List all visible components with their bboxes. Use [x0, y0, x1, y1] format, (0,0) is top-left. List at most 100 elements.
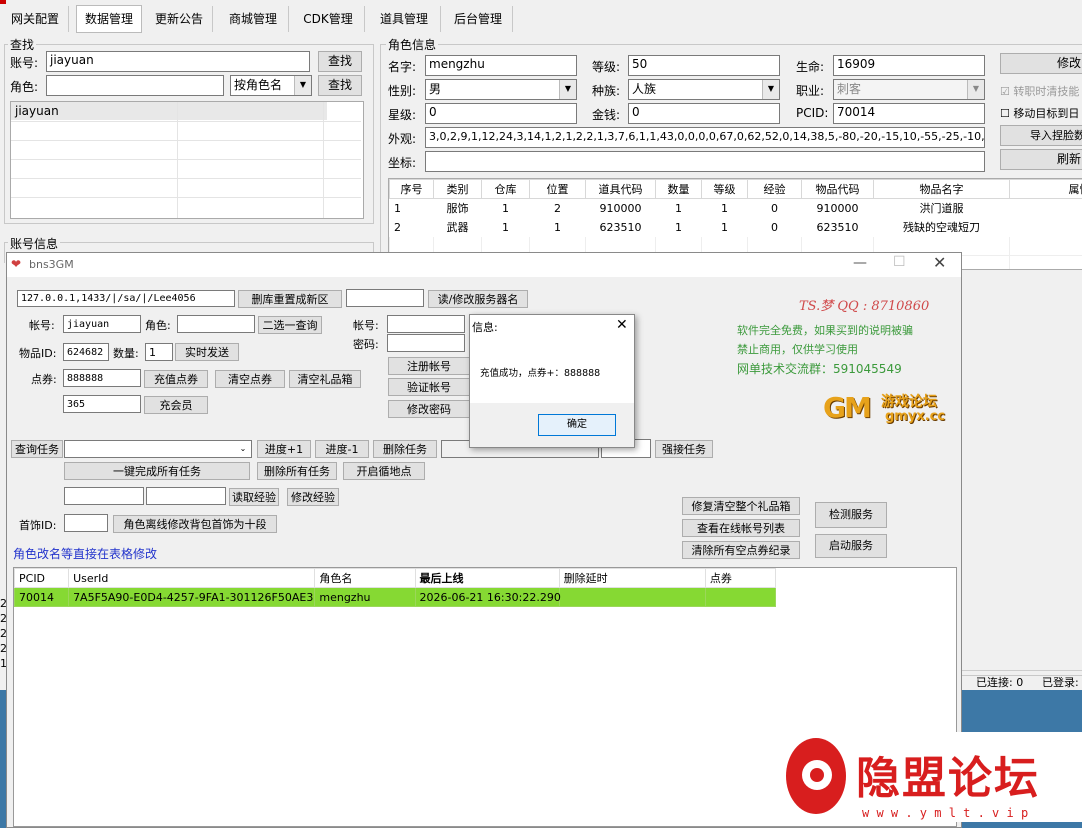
clear-empty-points-button[interactable]: 清除所有空点券纪录 — [682, 541, 800, 559]
table-cell[interactable]: 2 — [529, 198, 586, 218]
table-cell[interactable]: 武器 — [433, 217, 482, 237]
maximize-icon[interactable]: ☐ — [893, 254, 906, 270]
tab-announcement[interactable]: 更新公告 — [146, 6, 213, 32]
tab-cdk[interactable]: CDK管理 — [292, 6, 365, 32]
connection-input[interactable]: 127.0.0.1,1433/|/sa/|/Lee4056 — [17, 290, 235, 307]
job-select[interactable]: 刺客 ▼ — [833, 79, 985, 100]
column-header[interactable]: 物品名字 — [873, 179, 1010, 199]
tab-items[interactable]: 道具管理 — [368, 6, 441, 32]
gold-input[interactable]: 0 — [628, 103, 780, 124]
account-grid[interactable]: PCID UserId 角色名 最后上线 删除延时 点券 70014 7A5F5A90-E0… — [14, 568, 777, 607]
read-server-name-button[interactable]: 读/修改服务器名 — [428, 290, 528, 308]
delete-all-quests-button[interactable]: 删除所有任务 — [257, 462, 337, 480]
table-row[interactable]: 70014 7A5F5A90-E0D4-4257-9FA1-301126F50AE… — [14, 587, 777, 607]
table-cell[interactable]: 2026-06-21 16:30:22.290 — [414, 587, 561, 607]
password-input[interactable] — [387, 334, 465, 352]
account2-input[interactable] — [387, 315, 465, 333]
table-cell[interactable]: 0 — [747, 217, 802, 237]
table-cell[interactable]: 1 — [701, 198, 748, 218]
column-header[interactable]: 等级 — [701, 179, 748, 199]
read-exp-button[interactable]: 读取经验 — [229, 488, 279, 506]
table-cell[interactable]: 0 — [747, 198, 802, 218]
level-input[interactable]: 50 — [628, 55, 780, 76]
register-account-button[interactable]: 注册帐号 — [388, 357, 470, 375]
points-input[interactable]: 888888 — [63, 369, 141, 387]
hp-input[interactable]: 16909 — [833, 55, 985, 76]
refresh-button[interactable]: 刷新 — [1000, 149, 1082, 170]
look-input[interactable]: 3,0,2,9,1,12,24,3,14,1,2,1,2,2,1,3,7,6,1… — [425, 127, 985, 148]
tab-gateway[interactable]: 网关配置 — [2, 6, 69, 32]
open-waypoint-button[interactable]: 开启循地点 — [343, 462, 425, 480]
start-service-button[interactable]: 启动服务 — [815, 534, 887, 558]
account-input[interactable]: jiayuan — [46, 51, 310, 72]
clear-points-button[interactable]: 清空点券 — [215, 370, 285, 388]
accessory-offline-button[interactable]: 角色离线修改背包首饰为十段 — [113, 515, 277, 533]
opt-move-target-checkbox[interactable]: ☐ 移动目标到日 — [1000, 105, 1079, 121]
tab-backend[interactable]: 后台管理 — [444, 6, 513, 32]
online-accounts-button[interactable]: 查看在线帐号列表 — [682, 519, 800, 537]
repair-gift-box-button[interactable]: 修复清空整个礼品箱 — [682, 497, 800, 515]
table-cell[interactable]: mengzhu — [314, 587, 416, 607]
force-accept-quest-button[interactable]: 强接任务 — [655, 440, 713, 458]
item-id-input[interactable]: 624682 — [63, 343, 109, 361]
find-account-button[interactable]: 查找 — [318, 51, 362, 72]
exp-input-2[interactable] — [146, 487, 226, 505]
delete-reset-button[interactable]: 删库重置成新区 — [238, 290, 342, 308]
modify-button[interactable]: 修改 — [1000, 53, 1082, 74]
table-cell[interactable] — [558, 587, 706, 607]
column-header[interactable]: 类别 — [433, 179, 482, 199]
query-quest-button[interactable]: 查询任务 — [11, 440, 63, 458]
table-cell[interactable]: 1 — [655, 217, 702, 237]
table-cell[interactable]: 1 — [481, 217, 530, 237]
column-header[interactable]: 位置 — [529, 179, 586, 199]
quest-select[interactable]: ⌄ — [64, 440, 252, 458]
table-cell[interactable]: 1 — [389, 198, 434, 218]
gender-select[interactable]: 男 ▼ — [425, 79, 577, 100]
table-row[interactable]: 1 服饰 1 2 910000 1 1 0 910000 洪门道服 — [389, 198, 1082, 218]
gm-account-input[interactable]: jiayuan — [63, 315, 141, 333]
close-icon[interactable]: ✕ — [933, 253, 946, 272]
vip-button[interactable]: 充会员 — [144, 396, 208, 414]
column-header[interactable]: 物品代码 — [801, 179, 874, 199]
progress-plus-button[interactable]: 进度+1 — [257, 440, 311, 458]
vip-days-input[interactable]: 365 — [63, 395, 141, 413]
table-cell[interactable]: 623510 — [585, 217, 656, 237]
role-input[interactable] — [46, 75, 224, 96]
table-cell[interactable]: 910000 — [801, 198, 874, 218]
table-cell[interactable]: 910000 — [585, 198, 656, 218]
column-header[interactable]: 最后上线 — [414, 568, 560, 588]
accessory-input[interactable] — [64, 514, 108, 532]
list-item[interactable]: jiayuan — [11, 102, 327, 120]
column-header[interactable]: PCID — [14, 568, 70, 588]
pcid-input[interactable]: 70014 — [833, 103, 985, 124]
race-select[interactable]: 人族 ▼ — [628, 79, 780, 100]
column-header[interactable]: 删除延时 — [558, 568, 706, 588]
delete-quest-button[interactable]: 删除任务 — [373, 440, 437, 458]
table-cell[interactable]: 623510 — [801, 217, 874, 237]
either-query-button[interactable]: 二选一查询 — [258, 316, 322, 334]
column-header[interactable]: 属性 — [1009, 179, 1082, 199]
modify-exp-button[interactable]: 修改经验 — [287, 488, 339, 506]
table-cell[interactable]: 残缺的空魂短刀 — [873, 217, 1010, 237]
table-cell[interactable]: 洪门道服 — [873, 198, 1010, 218]
change-password-button[interactable]: 修改密码 — [388, 400, 470, 418]
server-name-input[interactable] — [346, 289, 424, 307]
account-list[interactable]: jiayuan — [10, 101, 364, 219]
column-header[interactable]: 道具代码 — [585, 179, 656, 199]
table-cell[interactable]: 1 — [655, 198, 702, 218]
column-header[interactable]: 数量 — [655, 179, 702, 199]
pos-input[interactable] — [425, 151, 985, 172]
table-cell[interactable]: 1 — [481, 198, 530, 218]
exp-input-1[interactable] — [64, 487, 144, 505]
find-role-button[interactable]: 查找 — [318, 75, 362, 96]
tab-data[interactable]: 数据管理 — [76, 5, 142, 33]
tab-shop[interactable]: 商城管理 — [218, 6, 289, 32]
table-cell[interactable]: 1 — [701, 217, 748, 237]
table-row[interactable]: 2 武器 1 1 623510 1 1 0 623510 残缺的空魂短刀 — [389, 217, 1082, 237]
name-input[interactable]: mengzhu — [425, 55, 577, 76]
table-cell[interactable]: 70014 — [14, 587, 70, 607]
minimize-icon[interactable]: — — [853, 255, 867, 271]
verify-account-button[interactable]: 验证帐号 — [388, 378, 470, 396]
check-service-button[interactable]: 检测服务 — [815, 502, 887, 528]
table-cell[interactable]: 2 — [389, 217, 434, 237]
